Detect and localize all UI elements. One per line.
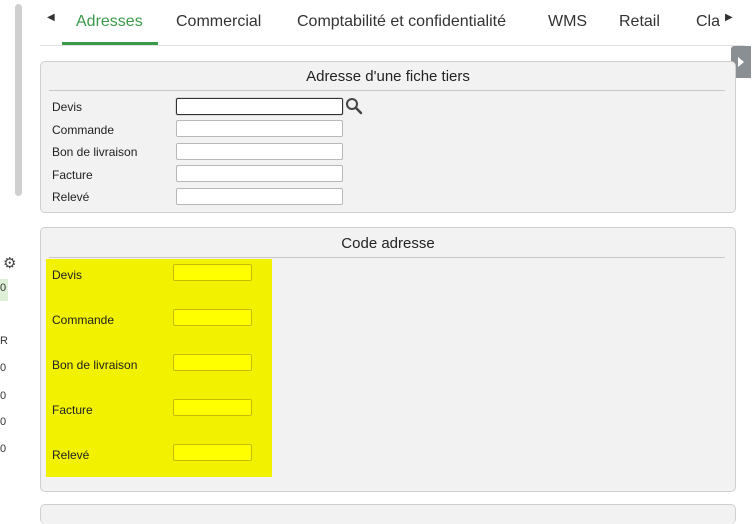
commande-input[interactable] xyxy=(176,120,343,137)
label-bon-de-livraison: Bon de livraison xyxy=(52,145,138,159)
tab-scroll-left-icon[interactable]: ◀ xyxy=(47,12,55,23)
tab-comptabilite[interactable]: Comptabilité et confidentialité xyxy=(297,13,506,31)
panel-fiche-tiers: Adresse d'une fiche tiers Devis Commande… xyxy=(40,61,736,213)
tab-wms[interactable]: WMS xyxy=(548,13,587,31)
label-devis: Devis xyxy=(52,100,83,114)
left-cell-2: R xyxy=(0,335,8,347)
label-bon-de-livraison: Bon de livraison xyxy=(52,358,138,372)
tab-cla[interactable]: Cla xyxy=(696,13,720,31)
tab-retail[interactable]: Retail xyxy=(619,13,660,31)
panel-divider xyxy=(49,257,725,258)
highlight-area: Devis Commande Bon de livraison Facture … xyxy=(46,259,272,477)
left-strip: ⚙ 0 R 0 0 0 0 xyxy=(0,0,28,510)
code-facture-input[interactable] xyxy=(173,399,252,416)
tab-commercial[interactable]: Commercial xyxy=(176,13,261,31)
gear-icon[interactable]: ⚙ xyxy=(3,256,16,272)
left-cell-3: 0 xyxy=(0,362,7,374)
panel-divider xyxy=(49,90,725,91)
bon-de-livraison-input[interactable] xyxy=(176,143,343,160)
label-facture: Facture xyxy=(52,403,93,417)
label-releve: Relevé xyxy=(52,448,90,462)
panel-code-adresse: Code adresse Devis Commande Bon de livra… xyxy=(40,227,736,492)
tab-adresses[interactable]: Adresses xyxy=(76,13,143,31)
facture-input[interactable] xyxy=(176,165,343,182)
label-commande: Commande xyxy=(52,313,115,327)
left-cell-1: 0 xyxy=(0,279,8,301)
panel-title: Adresse d'une fiche tiers xyxy=(306,68,470,85)
left-cell-6: 0 xyxy=(0,443,7,455)
panel-next xyxy=(40,504,736,524)
code-releve-input[interactable] xyxy=(173,444,252,461)
label-releve: Relevé xyxy=(52,190,90,204)
label-facture: Facture xyxy=(52,168,93,182)
devis-input[interactable] xyxy=(176,98,343,115)
code-devis-input[interactable] xyxy=(173,264,252,281)
code-commande-input[interactable] xyxy=(173,309,252,326)
releve-input[interactable] xyxy=(176,188,343,205)
code-bon-de-livraison-input[interactable] xyxy=(173,354,252,371)
label-devis: Devis xyxy=(52,268,83,282)
tab-divider xyxy=(40,45,745,46)
panel-title: Code adresse xyxy=(341,235,435,252)
vertical-scrollbar[interactable] xyxy=(15,4,22,196)
tab-scroll-right-icon[interactable]: ▶ xyxy=(725,12,733,23)
label-commande: Commande xyxy=(52,123,115,137)
left-cell-4: 0 xyxy=(0,390,7,402)
left-cell-5: 0 xyxy=(0,416,7,428)
search-icon[interactable] xyxy=(345,97,363,115)
